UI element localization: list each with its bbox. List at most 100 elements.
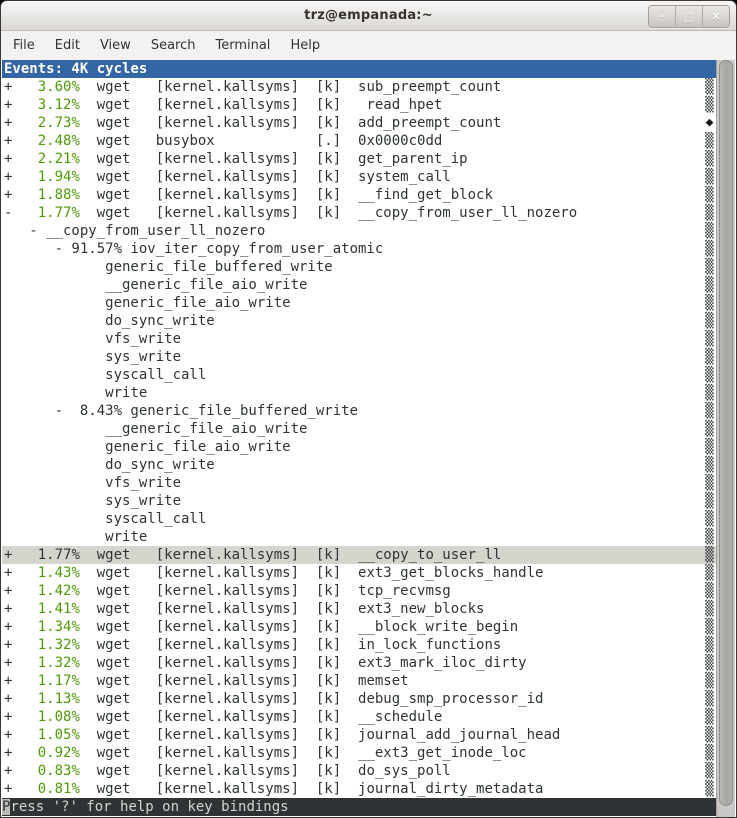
close-button[interactable]: ✕ xyxy=(702,6,729,27)
entry-text: wget [kernel.kallsyms] [k] add_preempt_c… xyxy=(80,115,501,131)
callchain-row[interactable]: sys_write▒ xyxy=(2,492,717,510)
perf-entry-row[interactable]: + 1.32% wget [kernel.kallsyms] [k] in_lo… xyxy=(2,636,717,654)
tui-scrollbar-track-icon: ▒ xyxy=(704,294,715,312)
tui-scrollbar-track-icon: ▒ xyxy=(704,744,715,762)
entry-text: wget busybox [.] 0x0000c0dd xyxy=(80,133,442,149)
menu-item-view[interactable]: View xyxy=(90,38,141,53)
menu-item-edit[interactable]: Edit xyxy=(45,38,90,53)
overhead-percent: 2.73% xyxy=(12,115,79,131)
callchain-row[interactable]: - 8.43% generic_file_buffered_write▒ xyxy=(2,402,717,420)
perf-entry-row[interactable]: + 2.73% wget [kernel.kallsyms] [k] add_p… xyxy=(2,114,717,132)
close-icon: ✕ xyxy=(711,11,720,22)
tui-scrollbar-track-icon: ▒ xyxy=(704,564,715,582)
callchain-row[interactable]: do_sync_write▒ xyxy=(2,456,717,474)
callchain-row[interactable]: - 91.57% iov_iter_copy_from_user_atomic ▒ xyxy=(2,240,717,258)
tui-scrollbar-track-icon: ▒ xyxy=(704,456,715,474)
callchain-row[interactable]: generic_file_aio_write▒ xyxy=(2,294,717,312)
tui-scrollbar-track-icon: ▒ xyxy=(704,384,715,402)
perf-top-view: Events: 4K cycles + 3.60% wget [kernel.k… xyxy=(2,60,717,816)
callchain-row[interactable]: do_sync_write▒ xyxy=(2,312,717,330)
perf-entry-row[interactable]: + 0.92% wget [kernel.kallsyms] [k] __ext… xyxy=(2,744,717,762)
perf-entry-row[interactable]: + 1.32% wget [kernel.kallsyms] [k] ext3_… xyxy=(2,654,717,672)
perf-entry-row[interactable]: + 3.60% wget [kernel.kallsyms] [k] sub_p… xyxy=(2,78,717,96)
perf-entry-row[interactable]: + 1.43% wget [kernel.kallsyms] [k] ext3_… xyxy=(2,564,717,582)
perf-entry-row[interactable]: + 1.05% wget [kernel.kallsyms] [k] journ… xyxy=(2,726,717,744)
window-title: trz@empanada:~ xyxy=(304,8,433,23)
perf-entry-row[interactable]: + 1.17% wget [kernel.kallsyms] [k] memse… xyxy=(2,672,717,690)
callchain-text: __generic_file_aio_write xyxy=(4,277,307,293)
tui-scrollbar-track-icon: ▒ xyxy=(704,420,715,438)
callchain-row[interactable]: generic_file_aio_write▒ xyxy=(2,438,717,456)
entry-text: wget [kernel.kallsyms] [k] __schedule xyxy=(80,709,442,725)
perf-entry-row[interactable]: + 1.41% wget [kernel.kallsyms] [k] ext3_… xyxy=(2,600,717,618)
entry-text: wget [kernel.kallsyms] [k] debug_smp_pro… xyxy=(80,691,544,707)
perf-entry-row[interactable]: + 1.88% wget [kernel.kallsyms] [k] __fin… xyxy=(2,186,717,204)
callchain-text: - 91.57% iov_iter_copy_from_user_atomic xyxy=(4,241,383,257)
callchain-row[interactable]: write▒ xyxy=(2,384,717,402)
menu-item-help[interactable]: Help xyxy=(280,38,330,53)
tui-scrollbar-track-icon: ▒ xyxy=(704,150,715,168)
terminal-window: trz@empanada:~ ─□ ✕ FileEditViewSearchTer… xyxy=(0,0,737,818)
perf-entry-row[interactable]: + 1.34% wget [kernel.kallsyms] [k] __blo… xyxy=(2,618,717,636)
overhead-percent: 1.41% xyxy=(12,601,79,617)
perf-entry-row[interactable]: + 0.83% wget [kernel.kallsyms] [k] do_sy… xyxy=(2,762,717,780)
tui-scrollbar-track-icon: ▒ xyxy=(704,726,715,744)
overhead-percent: 1.94% xyxy=(12,169,79,185)
overhead-percent: 0.81% xyxy=(12,781,79,797)
scrollbar-track[interactable] xyxy=(716,60,735,817)
perf-entry-row[interactable]: + 1.77% wget [kernel.kallsyms] [k] __cop… xyxy=(2,546,717,564)
tui-scrollbar-track-icon: ▒ xyxy=(704,258,715,276)
entry-text: wget [kernel.kallsyms] [k] journal_dirty… xyxy=(80,781,544,797)
overhead-percent: 1.08% xyxy=(12,709,79,725)
callchain-text: write xyxy=(4,529,147,545)
tui-scrollbar-track-icon: ▒ xyxy=(704,780,715,798)
callchain-row[interactable]: syscall_call▒ xyxy=(2,510,717,528)
entry-text: wget [kernel.kallsyms] [k] __copy_to_use… xyxy=(80,547,501,563)
menu-item-search[interactable]: Search xyxy=(141,38,206,53)
perf-entry-row[interactable]: + 2.21% wget [kernel.kallsyms] [k] get_p… xyxy=(2,150,717,168)
perf-entry-row[interactable]: - 1.77% wget [kernel.kallsyms] [k] __cop… xyxy=(2,204,717,222)
menu-item-terminal[interactable]: Terminal xyxy=(205,38,280,53)
overhead-percent: 2.21% xyxy=(12,151,79,167)
menu-item-file[interactable]: File xyxy=(3,38,45,53)
perf-entry-row[interactable]: + 1.42% wget [kernel.kallsyms] [k] tcp_r… xyxy=(2,582,717,600)
callchain-row[interactable]: vfs_write▒ xyxy=(2,474,717,492)
scrollbar-thumb[interactable] xyxy=(719,60,733,806)
callchain-text: - 8.43% generic_file_buffered_write xyxy=(4,403,358,419)
minimize-button[interactable]: ─ xyxy=(649,6,675,27)
title-bar[interactable]: trz@empanada:~ ─□ ✕ xyxy=(1,1,736,31)
callchain-text: generic_file_aio_write xyxy=(4,439,291,455)
callchain-row[interactable]: generic_file_buffered_write ▒ xyxy=(2,258,717,276)
callchain-text: syscall_call xyxy=(4,511,206,527)
perf-entry-row[interactable]: + 1.13% wget [kernel.kallsyms] [k] debug… xyxy=(2,690,717,708)
callchain-text: generic_file_buffered_write xyxy=(4,259,333,275)
perf-entry-row[interactable]: + 3.12% wget [kernel.kallsyms] [k] read_… xyxy=(2,96,717,114)
overhead-percent: 2.48% xyxy=(12,133,79,149)
overhead-percent: 1.32% xyxy=(12,637,79,653)
tui-scrollbar-track-icon: ▒ xyxy=(704,240,715,258)
tui-scrollbar-track-icon: ▒ xyxy=(704,708,715,726)
menu-bar: FileEditViewSearchTerminalHelp xyxy=(1,31,736,60)
callchain-row[interactable]: - __copy_from_user_ll_nozero▒ xyxy=(2,222,717,240)
callchain-row[interactable]: __generic_file_aio_write▒ xyxy=(2,420,717,438)
overhead-percent: 1.88% xyxy=(12,187,79,203)
tui-scrollbar-track-icon: ▒ xyxy=(704,330,715,348)
callchain-row[interactable]: __generic_file_aio_write▒ xyxy=(2,276,717,294)
callchain-row[interactable]: syscall_call▒ xyxy=(2,366,717,384)
overhead-percent: 1.43% xyxy=(12,565,79,581)
perf-entry-row[interactable]: + 0.81% wget [kernel.kallsyms] [k] journ… xyxy=(2,780,717,798)
perf-entry-row[interactable]: + 1.94% wget [kernel.kallsyms] [k] syste… xyxy=(2,168,717,186)
overhead-percent: 1.42% xyxy=(12,583,79,599)
maximize-button[interactable]: □ xyxy=(675,6,702,27)
entry-text: wget [kernel.kallsyms] [k] ext3_get_bloc… xyxy=(80,565,544,581)
perf-entry-row[interactable]: + 2.48% wget busybox [.] 0x0000c0dd▒ xyxy=(2,132,717,150)
entry-text: wget [kernel.kallsyms] [k] do_sys_poll xyxy=(80,763,451,779)
tui-scrollbar-track-icon: ▒ xyxy=(704,186,715,204)
terminal-screen[interactable]: Events: 4K cycles + 3.60% wget [kernel.k… xyxy=(2,60,735,817)
perf-entry-row[interactable]: + 1.08% wget [kernel.kallsyms] [k] __sch… xyxy=(2,708,717,726)
tui-scrollbar-track-icon: ▒ xyxy=(704,618,715,636)
tui-scrollbar-track-icon: ▒ xyxy=(704,78,715,96)
callchain-row[interactable]: sys_write▒ xyxy=(2,348,717,366)
callchain-row[interactable]: write▒ xyxy=(2,528,717,546)
callchain-row[interactable]: vfs_write▒ xyxy=(2,330,717,348)
